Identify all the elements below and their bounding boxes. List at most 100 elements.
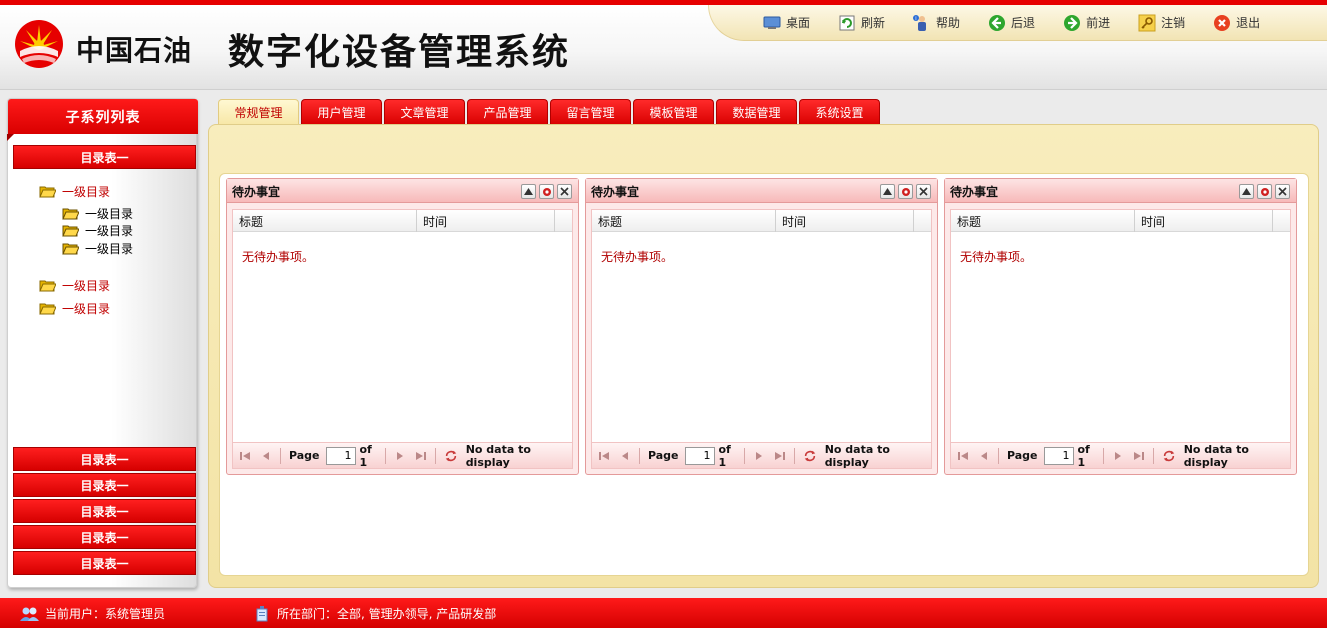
column-header-title[interactable]: 标题 bbox=[592, 210, 776, 232]
next-page-icon[interactable] bbox=[1112, 449, 1125, 463]
tree-item-level2[interactable]: 一级目录 bbox=[62, 222, 133, 239]
gear-icon bbox=[542, 187, 551, 196]
tab-settings[interactable]: 系统设置 bbox=[799, 99, 880, 125]
collapse-icon bbox=[524, 188, 533, 195]
todo-panel: 待办事宜 标题 时间 无待办事项。 Page of 1 No data to d… bbox=[585, 178, 938, 475]
settings-button[interactable] bbox=[898, 184, 913, 199]
grid-header: 标题 时间 bbox=[233, 210, 572, 232]
next-page-icon[interactable] bbox=[753, 449, 766, 463]
todo-panel: 待办事宜 标题 时间 无待办事项。 Page of 1 No data to d… bbox=[226, 178, 579, 475]
panel-header: 待办事宜 bbox=[227, 179, 578, 203]
first-page-icon[interactable] bbox=[598, 449, 611, 463]
column-header-time[interactable]: 时间 bbox=[417, 210, 555, 232]
prev-page-icon[interactable] bbox=[260, 449, 273, 463]
page-label: Page bbox=[647, 449, 679, 462]
column-header-spacer bbox=[555, 210, 572, 232]
first-page-icon[interactable] bbox=[239, 449, 252, 463]
page-number-input[interactable] bbox=[326, 446, 357, 465]
close-button[interactable] bbox=[557, 184, 572, 199]
sidebar-category-top[interactable]: 目录表一 bbox=[13, 145, 196, 169]
toolbar-help-button[interactable]: i 帮助 bbox=[913, 14, 960, 32]
page-number-input[interactable] bbox=[685, 446, 716, 465]
logout-key-icon bbox=[1138, 14, 1156, 32]
department-icon bbox=[256, 605, 268, 621]
first-page-icon[interactable] bbox=[957, 449, 970, 463]
tree-item-level1[interactable]: 一级目录 bbox=[39, 277, 110, 294]
tab-data[interactable]: 数据管理 bbox=[716, 99, 797, 125]
tree-item-level2[interactable]: 一级目录 bbox=[62, 240, 133, 257]
panel-header: 待办事宜 bbox=[586, 179, 937, 203]
page-total: of 1 bbox=[359, 442, 372, 469]
app-title: 数字化设备管理系统 bbox=[228, 32, 571, 73]
column-header-title[interactable]: 标题 bbox=[233, 210, 417, 232]
collapse-icon bbox=[883, 188, 892, 195]
last-page-icon[interactable] bbox=[1132, 449, 1145, 463]
sidebar-category[interactable]: 目录表一 bbox=[13, 499, 196, 523]
folder-open-icon bbox=[62, 208, 79, 220]
collapse-button[interactable] bbox=[1239, 184, 1254, 199]
svg-text:i: i bbox=[915, 16, 916, 22]
tree-item-level2[interactable]: 一级目录 bbox=[62, 205, 133, 222]
pager-status: No data to display bbox=[1183, 442, 1249, 469]
panel-title: 待办事宜 bbox=[950, 185, 999, 199]
refresh-icon bbox=[838, 14, 856, 32]
refresh-icon[interactable] bbox=[444, 449, 458, 463]
refresh-icon[interactable] bbox=[1162, 449, 1176, 463]
collapse-button[interactable] bbox=[521, 184, 536, 199]
tab-templates[interactable]: 模板管理 bbox=[633, 99, 714, 125]
column-header-time[interactable]: 时间 bbox=[1135, 210, 1273, 232]
last-page-icon[interactable] bbox=[414, 449, 427, 463]
tab-products[interactable]: 产品管理 bbox=[467, 99, 548, 125]
app-header: 中国石油 数字化设备管理系统 桌面 刷新 i 帮助 后退 前进 注销 退出 bbox=[0, 0, 1327, 90]
todo-panel: 待办事宜 标题 时间 无待办事项。 Page of 1 No data to d… bbox=[944, 178, 1297, 475]
folder-open-icon bbox=[62, 225, 79, 237]
tree-item-level1[interactable]: 一级目录 bbox=[39, 183, 110, 200]
sidebar-category[interactable]: 目录表一 bbox=[13, 551, 196, 575]
settings-button[interactable] bbox=[539, 184, 554, 199]
close-button[interactable] bbox=[1275, 184, 1290, 199]
toolbar-forward-button[interactable]: 前进 bbox=[1063, 14, 1110, 32]
petrochina-logo-icon bbox=[15, 20, 63, 68]
exit-icon bbox=[1213, 14, 1231, 32]
help-icon: i bbox=[913, 14, 931, 32]
close-icon bbox=[1278, 187, 1287, 196]
tab-articles[interactable]: 文章管理 bbox=[384, 99, 465, 125]
column-header-spacer bbox=[914, 210, 931, 232]
collapse-button[interactable] bbox=[880, 184, 895, 199]
toolbar-exit-button[interactable]: 退出 bbox=[1213, 14, 1260, 32]
tab-general[interactable]: 常规管理 bbox=[218, 99, 299, 125]
grid: 标题 时间 无待办事项。 bbox=[232, 209, 573, 443]
sidebar-category[interactable]: 目录表一 bbox=[13, 447, 196, 471]
page-total: of 1 bbox=[1077, 442, 1090, 469]
tree-item-level1[interactable]: 一级目录 bbox=[39, 300, 110, 317]
sidebar-category[interactable]: 目录表一 bbox=[13, 525, 196, 549]
settings-button[interactable] bbox=[1257, 184, 1272, 199]
pagination-bar: Page of 1 No data to display bbox=[232, 443, 573, 469]
pagination-bar: Page of 1 No data to display bbox=[591, 443, 932, 469]
refresh-icon[interactable] bbox=[803, 449, 817, 463]
gear-icon bbox=[901, 187, 910, 196]
prev-page-icon[interactable] bbox=[619, 449, 632, 463]
toolbar-back-button[interactable]: 后退 bbox=[988, 14, 1035, 32]
tab-users[interactable]: 用户管理 bbox=[301, 99, 382, 125]
page-number-input[interactable] bbox=[1044, 446, 1075, 465]
pagination-bar: Page of 1 No data to display bbox=[950, 443, 1291, 469]
tab-messages[interactable]: 留言管理 bbox=[550, 99, 631, 125]
toolbar-desktop-button[interactable]: 桌面 bbox=[763, 14, 810, 32]
sidebar-category[interactable]: 目录表一 bbox=[13, 473, 196, 497]
last-page-icon[interactable] bbox=[773, 449, 786, 463]
forward-icon bbox=[1063, 14, 1081, 32]
next-page-icon[interactable] bbox=[394, 449, 407, 463]
panel-title: 待办事宜 bbox=[232, 185, 281, 199]
toolbar-logout-button[interactable]: 注销 bbox=[1138, 14, 1185, 32]
empty-message: 无待办事项。 bbox=[960, 250, 1033, 264]
folder-open-icon bbox=[39, 280, 56, 292]
gear-icon bbox=[1260, 187, 1269, 196]
pager-status: No data to display bbox=[465, 442, 531, 469]
column-header-title[interactable]: 标题 bbox=[951, 210, 1135, 232]
column-header-time[interactable]: 时间 bbox=[776, 210, 914, 232]
close-button[interactable] bbox=[916, 184, 931, 199]
close-icon bbox=[919, 187, 928, 196]
prev-page-icon[interactable] bbox=[978, 449, 991, 463]
toolbar-refresh-button[interactable]: 刷新 bbox=[838, 14, 885, 32]
